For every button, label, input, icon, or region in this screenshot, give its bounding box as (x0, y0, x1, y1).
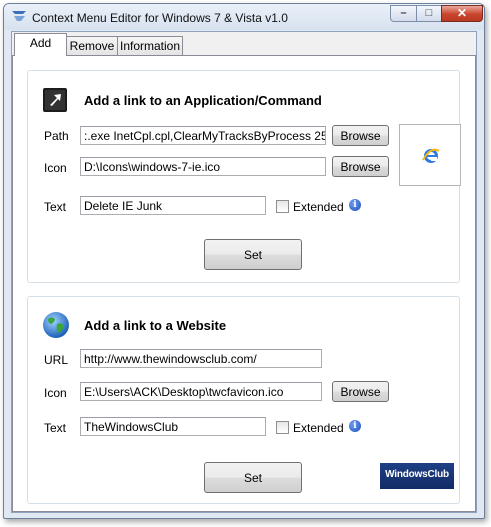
close-button[interactable]: ✕ (441, 5, 483, 22)
website-icon-path-input[interactable]: E:\Users\ACK\Desktop\twcfavicon.ico (80, 382, 322, 401)
path-browse-button[interactable]: Browse (332, 125, 389, 146)
tab-strip: Remove Information Add (12, 32, 476, 56)
website-text-label: Text (44, 421, 67, 435)
tab-add[interactable]: Add (14, 33, 67, 56)
set-button[interactable]: Set (204, 239, 302, 270)
shortcut-arrow-icon (43, 88, 67, 112)
client-area: Remove Information Add Add a link to an … (11, 31, 477, 513)
website-icon-label: Icon (44, 386, 67, 400)
minimize-button[interactable]: – (390, 5, 417, 22)
website-heading: Add a link to a Website (84, 318, 227, 333)
application-group: Add a link to an Application/Command Pat… (27, 70, 461, 283)
tab-remove[interactable]: Remove (66, 36, 118, 55)
website-extended-checkbox[interactable] (276, 421, 289, 434)
path-label: Path (44, 129, 69, 143)
maximize-icon: □ (425, 7, 433, 19)
internet-explorer-icon (422, 148, 440, 163)
website-set-button[interactable]: Set (204, 462, 302, 493)
tab-information[interactable]: Information (117, 36, 183, 55)
icon-preview (399, 124, 461, 186)
website-icon-browse-button[interactable]: Browse (332, 381, 389, 402)
path-input[interactable]: :.exe InetCpl.cpl,ClearMyTracksByProcess… (80, 126, 326, 145)
app-window: Context Menu Editor for Windows 7 & Vist… (3, 3, 485, 519)
close-icon: ✕ (456, 6, 468, 20)
add-panel: Add a link to an Application/Command Pat… (12, 56, 476, 512)
extended-label: Extended (293, 200, 344, 214)
maximize-button[interactable]: □ (416, 5, 442, 22)
website-group: Add a link to a Website URL http://www.t… (27, 296, 460, 504)
application-heading: Add a link to an Application/Command (84, 93, 322, 108)
windowsclub-logo: WindowsClub (380, 463, 454, 489)
minimize-icon: – (400, 7, 407, 19)
website-menu-text-input[interactable]: TheWindowsClub (80, 417, 266, 436)
info-icon[interactable]: i (349, 199, 361, 211)
extended-checkbox[interactable] (276, 200, 289, 213)
website-extended-label: Extended (293, 421, 344, 435)
globe-icon (43, 312, 69, 338)
app-icon (12, 11, 26, 21)
icon-path-input[interactable]: D:\Icons\windows-7-ie.ico (80, 157, 326, 176)
title-bar[interactable]: Context Menu Editor for Windows 7 & Vist… (4, 4, 484, 30)
url-label: URL (44, 353, 69, 367)
window-title: Context Menu Editor for Windows 7 & Vist… (32, 11, 288, 25)
website-info-icon[interactable]: i (349, 420, 361, 432)
menu-text-input[interactable]: Delete IE Junk (80, 196, 266, 215)
text-label: Text (44, 200, 67, 214)
icon-browse-button[interactable]: Browse (332, 156, 389, 177)
icon-label: Icon (44, 161, 67, 175)
url-input[interactable]: http://www.thewindowsclub.com/ (80, 349, 322, 368)
